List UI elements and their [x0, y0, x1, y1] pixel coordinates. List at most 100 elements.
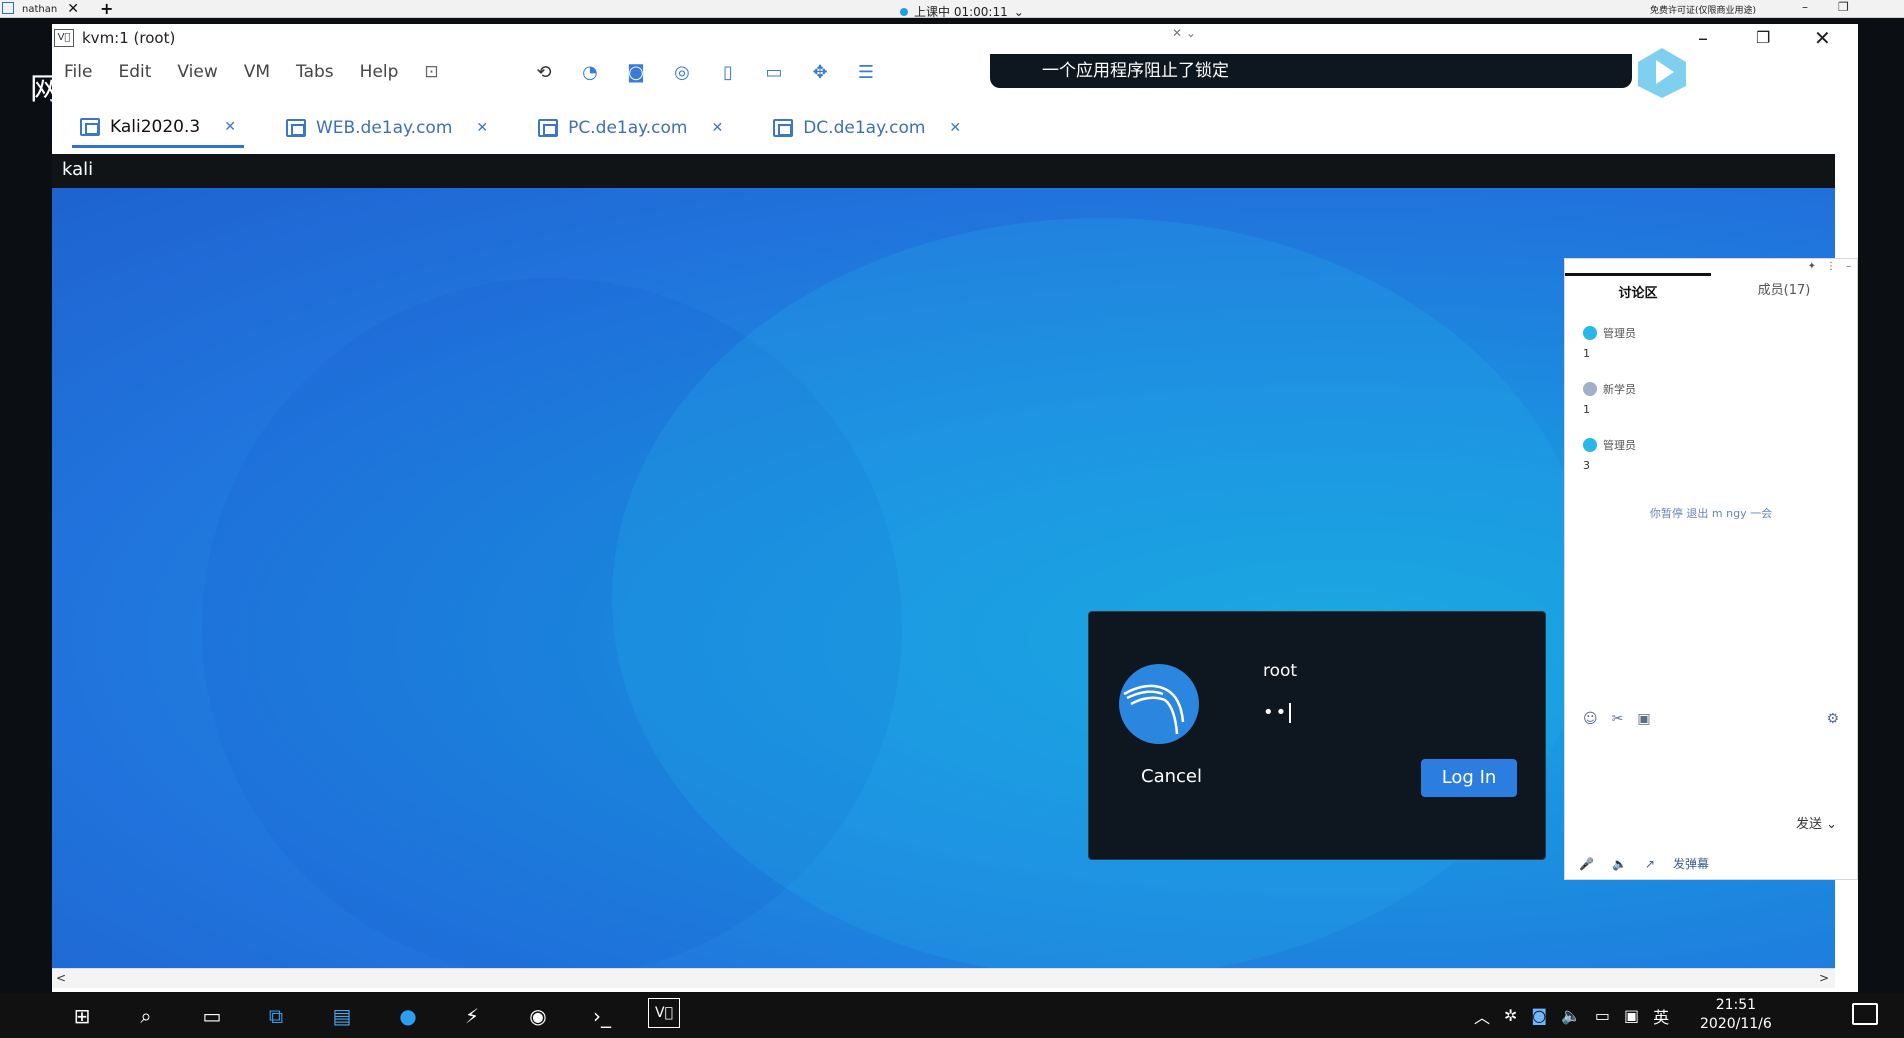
task-view-icon[interactable]: ⧉ [258, 998, 294, 1034]
library-icon[interactable]: ⊡ [424, 62, 438, 82]
volume-icon[interactable]: 🔈 [1561, 1006, 1581, 1025]
unity-icon[interactable]: ☰ [854, 61, 878, 85]
lock-banner: 一个应用程序阻止了锁定 [990, 54, 1632, 88]
network-icon[interactable]: ▣ [1624, 1006, 1639, 1025]
more-icon[interactable]: ⋮ [1826, 261, 1836, 272]
minimize-icon[interactable]: – [1846, 261, 1851, 272]
terminal-icon[interactable]: ›_ [584, 998, 620, 1034]
close-icon[interactable]: ✕ [1814, 26, 1831, 50]
menu-file[interactable]: File [64, 62, 92, 82]
outer-tab[interactable]: nathan ✕ [22, 1, 79, 17]
vm-icon [80, 117, 100, 136]
settings-icon[interactable]: ⚙ [1826, 711, 1839, 727]
remote-desktop-icon[interactable]: ▭ [194, 998, 230, 1034]
tab-members[interactable]: 成员(17) [1711, 273, 1857, 309]
scroll-left-icon[interactable]: < [56, 971, 66, 985]
edge-browser-icon[interactable]: ● [390, 998, 426, 1034]
chat-text: 1 [1583, 403, 1590, 416]
tray-app-icon[interactable]: ✲ [1504, 1006, 1517, 1025]
restore-icon[interactable]: ❐ [1756, 28, 1770, 47]
avatar [1583, 382, 1597, 396]
search-icon[interactable]: ⌕ [128, 998, 164, 1034]
menu-vm[interactable]: VM [244, 62, 270, 82]
title-bar: V⃞ kvm:1 (root) – ❐ ✕ ✕ ⌄ [52, 24, 1858, 54]
outer-tab-strip: nathan ✕ + 上课中 01:00:11 ⌄ 免费许可证(仅限商业用途) … [0, 0, 1904, 20]
cancel-button[interactable]: Cancel [1141, 766, 1202, 787]
revert-snapshot-icon[interactable]: ⟲ [532, 61, 556, 85]
chat-bottom-bar: 🎤 🔈 ↗ 发弹幕 [1579, 855, 1709, 872]
clock[interactable]: 21:51 2020/11/6 [1700, 996, 1772, 1034]
snapshot-icon[interactable]: ◔ [578, 61, 602, 85]
menu-view[interactable]: View [177, 62, 217, 82]
vm-tabs: Kali2020.3 ✕ WEB.de1ay.com ✕ PC.de1ay.co… [72, 106, 969, 148]
scroll-right-icon[interactable]: > [1819, 971, 1829, 985]
text-caret [1289, 703, 1292, 723]
minimize-icon[interactable]: – [1698, 26, 1708, 50]
chevron-down-icon: ⌄ [1013, 4, 1024, 19]
app-icon [2, 2, 14, 14]
battery-icon[interactable]: ▭ [1595, 1006, 1610, 1025]
tab-pc[interactable]: PC.de1ay.com ✕ [530, 108, 731, 148]
console-view-icon[interactable]: ▭ [762, 61, 786, 85]
tab-web[interactable]: WEB.de1ay.com ✕ [278, 108, 496, 148]
close-icon[interactable]: ✕ [224, 119, 236, 135]
danmaku-label[interactable]: 发弹幕 [1673, 855, 1709, 872]
chat-message: 管理员 1 [1583, 325, 1636, 360]
menu-help[interactable]: Help [360, 62, 399, 82]
chevron-up-icon[interactable]: ︿ [1474, 1004, 1490, 1028]
kali-top-bar: kali [52, 154, 1835, 188]
collapse-icon[interactable]: ✕ ⌄ [1172, 26, 1196, 40]
vm-icon [285, 119, 306, 137]
horizontal-scrollbar[interactable]: < > [52, 968, 1835, 988]
password-field[interactable]: •• [1263, 702, 1292, 723]
send-button[interactable]: 发送 ⌄ [1796, 813, 1837, 832]
microphone-icon[interactable]: 🎤 [1579, 857, 1594, 871]
chrome-icon[interactable]: ◉ [520, 998, 556, 1034]
tab-discussion[interactable]: 讨论区 [1565, 273, 1711, 309]
tab-label: Kali2020.3 [110, 116, 201, 137]
close-icon[interactable]: ✕ [949, 120, 961, 136]
sidebar-icon[interactable]: ▯ [716, 61, 740, 85]
windows-start-icon[interactable]: ⊞ [64, 998, 100, 1034]
close-icon[interactable]: ✕ [476, 120, 488, 136]
vmware-icon[interactable]: V⃞ [648, 998, 680, 1028]
speaker-icon[interactable]: 🔈 [1612, 857, 1627, 871]
toolbar: ⟲ ◔ ◙ ◎ ▯ ▭ ✥ ☰ [532, 58, 878, 88]
take-snapshot-icon[interactable]: ◎ [670, 61, 694, 85]
ime-indicator[interactable]: 英 [1653, 1004, 1669, 1028]
menu-tabs[interactable]: Tabs [296, 62, 334, 82]
close-icon[interactable]: ✕ [711, 120, 723, 136]
chat-sender: 管理员 [1603, 327, 1636, 340]
file-explorer-icon[interactable]: ▤ [324, 998, 360, 1034]
vm-icon [773, 119, 794, 137]
avatar [1583, 326, 1597, 340]
send-label: 发送 [1795, 817, 1822, 832]
scissors-icon[interactable]: ✂ [1612, 711, 1624, 727]
tab-kali[interactable]: Kali2020.3 ✕ [72, 108, 244, 148]
system-tray: ︿ ✲ ◙ 🔈 ▭ ▣ 英 [1474, 993, 1669, 1038]
play-icon[interactable] [1634, 44, 1690, 100]
clock-time: 21:51 [1715, 997, 1757, 1013]
class-status[interactable]: 上课中 01:00:11 ⌄ [900, 3, 1024, 20]
chat-tabs: 讨论区 成员(17) [1565, 273, 1857, 309]
new-tab-icon[interactable]: + [100, 0, 113, 18]
tab-dc[interactable]: DC.de1ay.com ✕ [765, 108, 969, 148]
outer-tab-label: nathan [22, 3, 58, 15]
menu-edit[interactable]: Edit [118, 62, 151, 82]
notification-icon[interactable] [1852, 1003, 1878, 1025]
login-button[interactable]: Log In [1421, 759, 1517, 797]
chat-sender: 新学员 [1603, 383, 1636, 396]
kali-label: kali [62, 159, 94, 180]
left-strip: 网 [0, 18, 60, 993]
fullscreen-icon[interactable]: ✥ [808, 61, 832, 85]
emoji-icon[interactable]: ☺ [1583, 711, 1598, 727]
share-icon[interactable]: ↗ [1645, 857, 1655, 871]
minimize-icon[interactable]: – [1802, 0, 1808, 14]
close-icon[interactable]: ✕ [67, 1, 79, 17]
image-icon[interactable]: ▣ [1637, 711, 1650, 727]
restore-icon[interactable]: ❐ [1838, 0, 1849, 14]
chat-app-icon[interactable]: ◙ [1531, 1006, 1547, 1025]
pin-icon[interactable]: ✦ [1808, 261, 1816, 272]
app-icon[interactable]: ⚡ [454, 998, 490, 1034]
snapshot-manager-icon[interactable]: ◙ [624, 61, 648, 85]
